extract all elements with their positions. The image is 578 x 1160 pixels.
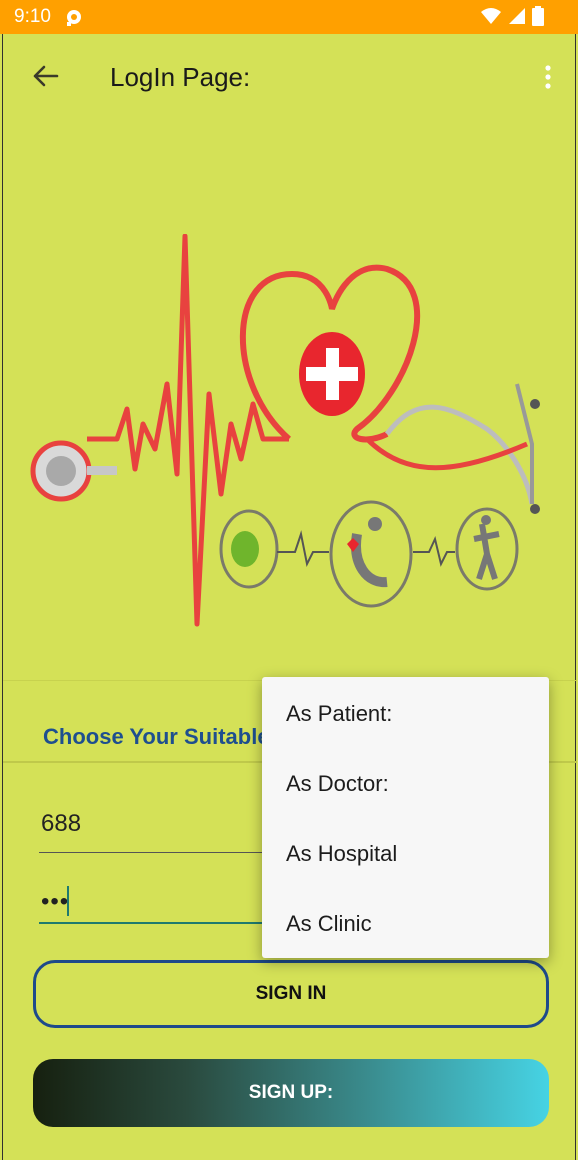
status-time: 9:10 — [14, 6, 51, 27]
wifi-icon — [481, 8, 501, 24]
dropdown-option[interactable]: As Hospital — [262, 818, 549, 888]
app-frame: LogIn Page: Choose Your Suitable 688 •••… — [2, 34, 577, 1160]
role-dropdown-menu: As Patient: As Doctor: As Hospital As Clini… — [262, 677, 549, 958]
notification-icon — [63, 8, 85, 33]
sign-up-button[interactable]: SIGN UP: — [33, 1059, 549, 1127]
page-title: LogIn Page: — [110, 62, 251, 92]
sign-in-button[interactable]: SIGN IN — [33, 960, 549, 1028]
password-value: ••• — [41, 888, 70, 915]
signal-icon — [509, 8, 525, 24]
overflow-menu-icon[interactable] — [541, 64, 555, 90]
dropdown-option[interactable]: As Patient: — [262, 678, 549, 748]
dropdown-option[interactable]: As Doctor: — [262, 748, 549, 818]
username-value: 688 — [41, 810, 82, 837]
battery-icon — [532, 6, 544, 26]
app-bar: LogIn Page: — [3, 34, 577, 118]
status-bar: 9:10 — [0, 0, 578, 34]
dropdown-option[interactable]: As Clinic — [262, 888, 549, 958]
status-icons — [480, 6, 544, 26]
text-cursor — [67, 886, 69, 916]
health-logo-image — [27, 233, 547, 634]
choose-role-label[interactable]: Choose Your Suitable — [43, 724, 270, 750]
back-arrow-icon[interactable] — [29, 60, 61, 92]
